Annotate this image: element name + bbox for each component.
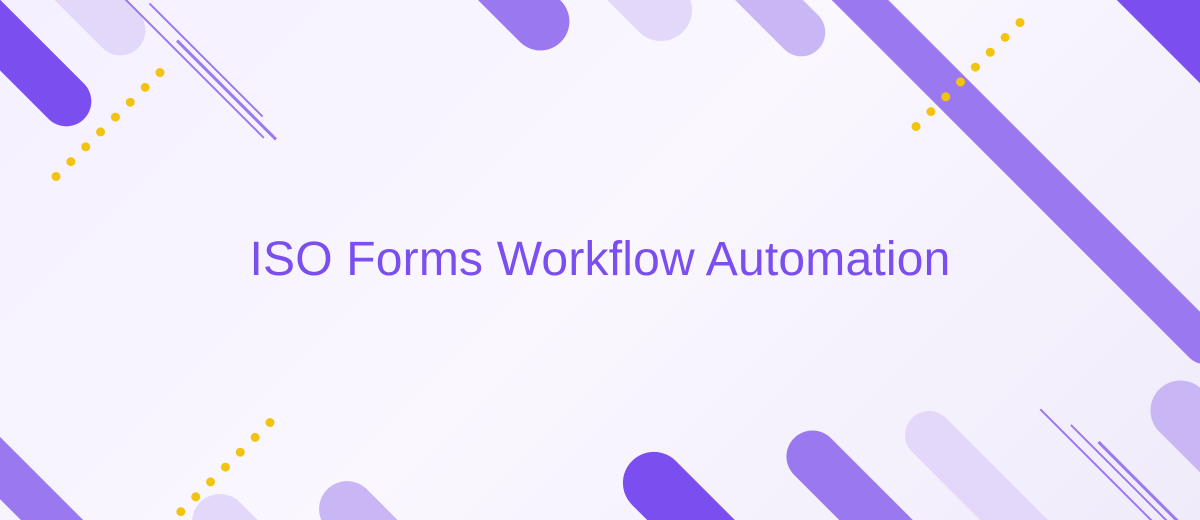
title-container: ISO Forms Workflow Automation — [0, 0, 1200, 520]
hero-banner: ISO Forms Workflow Automation — [0, 0, 1200, 520]
page-title: ISO Forms Workflow Automation — [249, 230, 950, 290]
